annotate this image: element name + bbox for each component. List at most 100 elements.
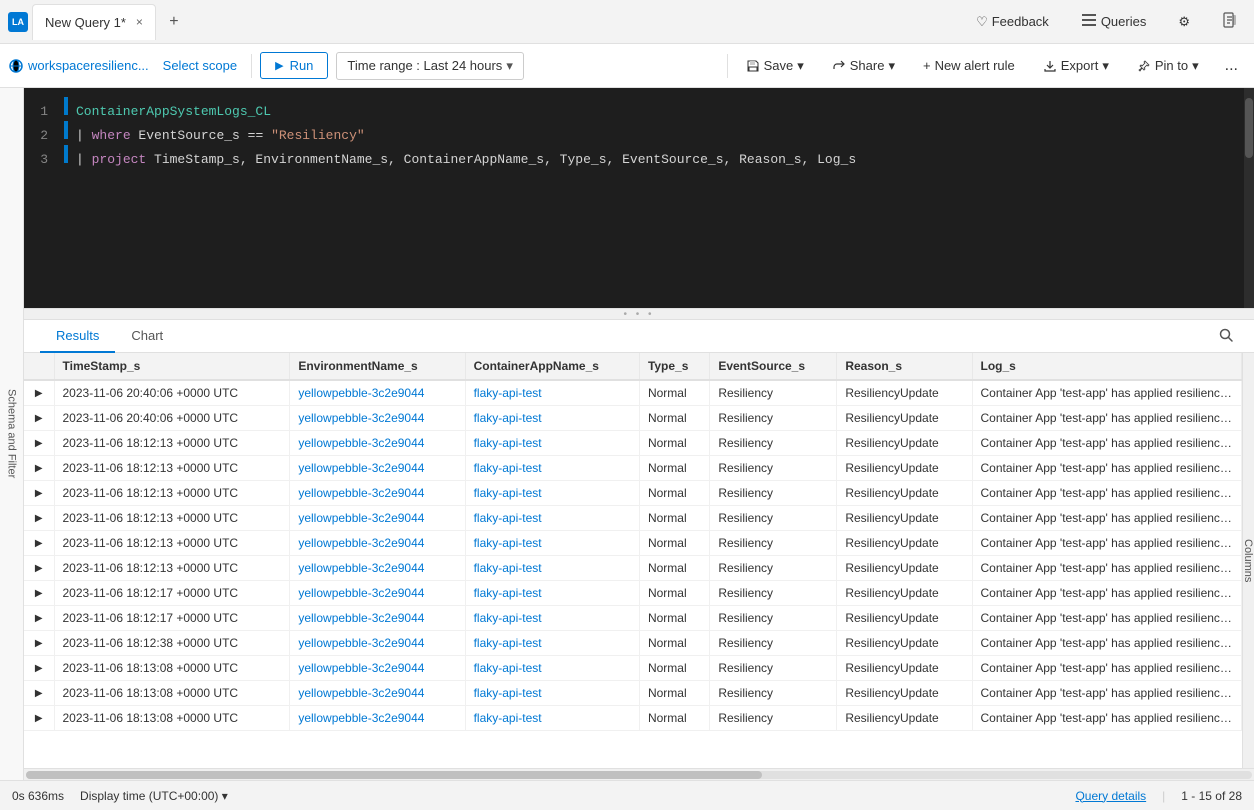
cell-type: Normal [639, 380, 709, 406]
editor-scrollbar-thumb[interactable] [1245, 98, 1253, 158]
share-button[interactable]: Share ▾ [822, 53, 905, 79]
docs-button[interactable] [1214, 8, 1246, 35]
cell-env: yellowpebble-3c2e9044 [290, 506, 465, 531]
col-header-env[interactable]: EnvironmentName_s [290, 353, 465, 380]
cell-env: yellowpebble-3c2e9044 [290, 606, 465, 631]
cell-reason: ResiliencyUpdate [837, 456, 972, 481]
table-row[interactable]: ▶ 2023-11-06 18:12:13 +0000 UTC yellowpe… [24, 531, 1242, 556]
table-row[interactable]: ▶ 2023-11-06 18:12:17 +0000 UTC yellowpe… [24, 581, 1242, 606]
table-row[interactable]: ▶ 2023-11-06 18:12:38 +0000 UTC yellowpe… [24, 631, 1242, 656]
row-expand-icon[interactable]: ▶ [24, 431, 54, 456]
export-button[interactable]: Export ▾ [1033, 53, 1119, 79]
workspace-selector[interactable]: workspaceresilienc... [8, 58, 149, 74]
cell-type: Normal [639, 706, 709, 731]
h-scrollbar-thumb[interactable] [26, 771, 762, 779]
cell-env: yellowpebble-3c2e9044 [290, 456, 465, 481]
editor-scrollbar[interactable] [1244, 88, 1254, 308]
code-editor[interactable]: 1 ContainerAppSystemLogs_CL 2 | where Ev… [24, 88, 1254, 308]
col-header-reason[interactable]: Reason_s [837, 353, 972, 380]
table-row[interactable]: ▶ 2023-11-06 18:12:13 +0000 UTC yellowpe… [24, 556, 1242, 581]
cell-source: Resiliency [710, 706, 837, 731]
new-alert-rule-button[interactable]: + New alert rule [913, 53, 1025, 78]
table-row[interactable]: ▶ 2023-11-06 18:12:13 +0000 UTC yellowpe… [24, 481, 1242, 506]
row-expand-icon[interactable]: ▶ [24, 706, 54, 731]
cell-app: flaky-api-test [465, 556, 639, 581]
add-tab-button[interactable]: + [160, 8, 188, 36]
results-table-container[interactable]: TimeStamp_s EnvironmentName_s ContainerA… [24, 353, 1242, 768]
save-button[interactable]: Save ▾ [736, 53, 814, 79]
select-scope-button[interactable]: Select scope [157, 54, 243, 77]
cell-env: yellowpebble-3c2e9044 [290, 631, 465, 656]
toolbar-divider-2 [727, 54, 728, 78]
columns-panel[interactable]: Columns [1242, 353, 1254, 768]
results-search-icon[interactable] [1214, 323, 1238, 350]
line-indicator-1 [64, 97, 68, 115]
results-tabs: Results Chart [24, 320, 1254, 353]
time-range-selector[interactable]: Time range : Last 24 hours ▾ [336, 52, 523, 80]
row-expand-icon[interactable]: ▶ [24, 606, 54, 631]
col-header-timestamp[interactable]: TimeStamp_s [54, 353, 290, 380]
pin-to-button[interactable]: Pin to ▾ [1127, 53, 1209, 79]
feedback-button[interactable]: ♡ Feedback [968, 10, 1057, 34]
more-button[interactable]: ... [1217, 53, 1246, 79]
cell-source: Resiliency [710, 506, 837, 531]
tab-close-icon[interactable]: × [136, 15, 143, 29]
tab-results[interactable]: Results [40, 320, 115, 353]
queries-button[interactable]: Queries [1073, 8, 1155, 35]
row-expand-icon[interactable]: ▶ [24, 506, 54, 531]
table-row[interactable]: ▶ 2023-11-06 18:12:17 +0000 UTC yellowpe… [24, 606, 1242, 631]
table-row[interactable]: ▶ 2023-11-06 18:12:13 +0000 UTC yellowpe… [24, 506, 1242, 531]
title-bar: LA New Query 1* × + ♡ Feedback Queries ⚙ [0, 0, 1254, 44]
table-row[interactable]: ▶ 2023-11-06 18:12:13 +0000 UTC yellowpe… [24, 456, 1242, 481]
row-expand-icon[interactable]: ▶ [24, 456, 54, 481]
cell-reason: ResiliencyUpdate [837, 556, 972, 581]
tab-chart[interactable]: Chart [115, 320, 179, 353]
row-expand-icon[interactable]: ▶ [24, 481, 54, 506]
cell-source: Resiliency [710, 406, 837, 431]
code-line-3: 3 | project TimeStamp_s, EnvironmentName… [24, 144, 1254, 168]
cell-type: Normal [639, 406, 709, 431]
settings-button[interactable]: ⚙ [1170, 10, 1198, 34]
cell-reason: ResiliencyUpdate [837, 706, 972, 731]
execution-time: 0s 636ms [12, 789, 64, 803]
pane-divider[interactable]: • • • [24, 308, 1254, 320]
row-expand-icon[interactable]: ▶ [24, 531, 54, 556]
cell-source: Resiliency [710, 681, 837, 706]
cell-app: flaky-api-test [465, 506, 639, 531]
row-expand-icon[interactable]: ▶ [24, 380, 54, 406]
col-header-app[interactable]: ContainerAppName_s [465, 353, 639, 380]
col-header-type[interactable]: Type_s [639, 353, 709, 380]
table-row[interactable]: ▶ 2023-11-06 18:13:08 +0000 UTC yellowpe… [24, 681, 1242, 706]
display-time-selector[interactable]: Display time (UTC+00:00) ▾ [80, 789, 228, 803]
table-row[interactable]: ▶ 2023-11-06 20:40:06 +0000 UTC yellowpe… [24, 380, 1242, 406]
row-expand-icon[interactable]: ▶ [24, 556, 54, 581]
tab-label: New Query 1* [45, 15, 126, 30]
cell-reason: ResiliencyUpdate [837, 481, 972, 506]
app-logo: LA [8, 12, 28, 32]
cell-timestamp: 2023-11-06 18:12:13 +0000 UTC [54, 431, 290, 456]
horizontal-scrollbar[interactable] [24, 768, 1254, 780]
table-row[interactable]: ▶ 2023-11-06 18:13:08 +0000 UTC yellowpe… [24, 656, 1242, 681]
table-row[interactable]: ▶ 2023-11-06 18:13:08 +0000 UTC yellowpe… [24, 706, 1242, 731]
col-header-eventsource[interactable]: EventSource_s [710, 353, 837, 380]
table-row[interactable]: ▶ 2023-11-06 20:40:06 +0000 UTC yellowpe… [24, 406, 1242, 431]
row-expand-icon[interactable]: ▶ [24, 656, 54, 681]
row-expand-icon[interactable]: ▶ [24, 631, 54, 656]
chevron-down-icon: ▾ [506, 58, 513, 74]
schema-sidebar[interactable]: Schema and Filter [0, 88, 24, 780]
col-header-log[interactable]: Log_s [972, 353, 1241, 380]
row-expand-icon[interactable]: ▶ [24, 681, 54, 706]
row-expand-icon[interactable]: ▶ [24, 406, 54, 431]
table-row[interactable]: ▶ 2023-11-06 18:12:13 +0000 UTC yellowpe… [24, 431, 1242, 456]
query-details-link[interactable]: Query details [1075, 789, 1146, 803]
row-expand-icon[interactable]: ▶ [24, 581, 54, 606]
run-button[interactable]: ▶ Run [260, 52, 328, 79]
cell-log: Container App 'test-app' has applied res… [972, 456, 1241, 481]
cell-source: Resiliency [710, 556, 837, 581]
cell-reason: ResiliencyUpdate [837, 631, 972, 656]
export-chevron-icon: ▾ [1102, 58, 1109, 74]
active-tab[interactable]: New Query 1* × [32, 4, 156, 40]
cell-env: yellowpebble-3c2e9044 [290, 531, 465, 556]
cell-reason: ResiliencyUpdate [837, 431, 972, 456]
cell-source: Resiliency [710, 380, 837, 406]
